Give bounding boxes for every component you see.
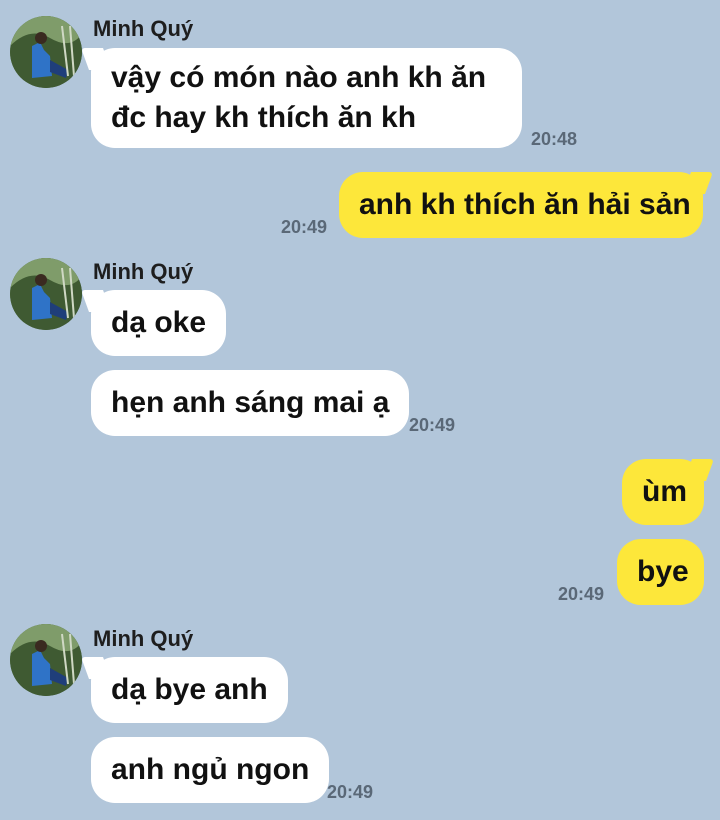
- outgoing-message-bubble[interactable]: anh kh thích ăn hải sản: [339, 172, 703, 238]
- message-timestamp: 20:48: [531, 129, 578, 149]
- sender-name: Minh Quý: [93, 16, 194, 41]
- incoming-message-bubble[interactable]: dạ bye anh: [91, 657, 288, 723]
- outgoing-message-bubble[interactable]: ùm: [622, 459, 704, 525]
- sender-name: Minh Quý: [93, 626, 194, 651]
- avatar-photo-icon: [10, 16, 82, 88]
- message-timestamp: 20:49: [558, 584, 605, 604]
- message-timestamp: 20:49: [409, 415, 456, 435]
- incoming-message-bubble[interactable]: anh ngủ ngon: [91, 737, 330, 803]
- sender-name: Minh Quý: [93, 259, 194, 284]
- message-text: anh ngủ ngon: [111, 753, 310, 786]
- incoming-message-bubble[interactable]: dạ oke: [91, 290, 227, 356]
- contact-avatar[interactable]: [10, 624, 82, 696]
- message-text: anh kh thích ăn hải sản: [359, 188, 691, 221]
- contact-avatar[interactable]: [10, 16, 82, 88]
- avatar-photo-icon: [10, 624, 82, 696]
- message-timestamp: 20:49: [281, 217, 328, 237]
- message-text: hẹn anh sáng mai ạ: [111, 386, 390, 419]
- contact-avatar[interactable]: [10, 258, 82, 330]
- message-text: ùm: [642, 475, 687, 508]
- message-text: dạ oke: [111, 306, 207, 339]
- message-text: dạ bye anh: [111, 673, 268, 706]
- message-text: bye: [637, 555, 689, 588]
- incoming-message-bubble[interactable]: hẹn anh sáng mai ạ: [91, 370, 410, 436]
- message-text: vậy có món nào anh kh ăn đc hay kh thích…: [111, 61, 487, 134]
- incoming-message-bubble[interactable]: vậy có món nào anh kh ăn đc hay kh thích…: [91, 48, 522, 148]
- avatar-photo-icon: [10, 258, 82, 330]
- chat-thread[interactable]: Minh Quý vậy có món nào anh kh ăn đc hay…: [0, 0, 720, 820]
- outgoing-message-bubble[interactable]: bye: [617, 539, 704, 605]
- message-timestamp: 20:49: [327, 782, 374, 802]
